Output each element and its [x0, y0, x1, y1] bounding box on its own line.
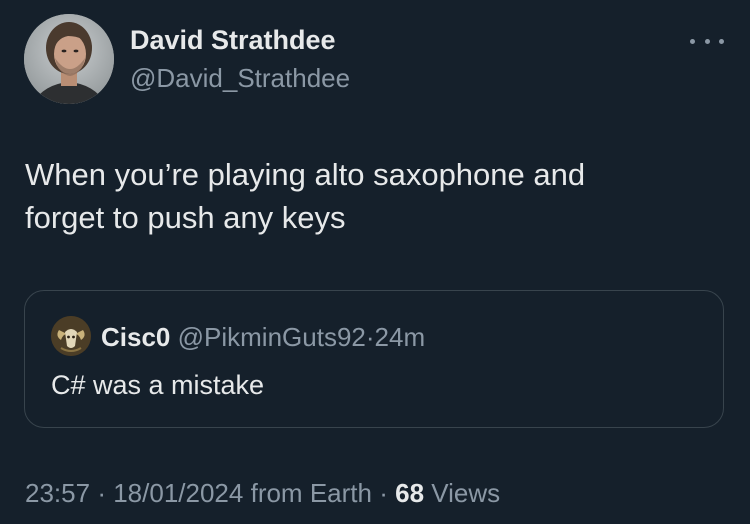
- author-avatar[interactable]: [24, 14, 114, 104]
- more-horizontal-icon[interactable]: [690, 34, 724, 48]
- quoted-tweet[interactable]: Cisc0 @PikminGuts92·24m C# was a mistake: [24, 290, 724, 428]
- more-dot: [719, 38, 724, 44]
- tweet-text-line: forget to push any keys: [25, 200, 346, 235]
- quoted-tweet-text: C# was a mistake: [51, 370, 265, 400]
- more-dot: [704, 38, 710, 44]
- tweet-date[interactable]: 18/01/2024: [113, 478, 243, 508]
- tweet-card: David Strathdee @David_Strathdee When yo…: [0, 0, 750, 524]
- author-handle[interactable]: @David_Strathdee: [130, 63, 350, 94]
- quoted-timestamp[interactable]: 24m: [375, 322, 426, 352]
- separator-dot: ·: [379, 478, 388, 508]
- tweet-meta: 23:57 · 18/01/2024 from Earth · 68 Views: [25, 478, 500, 509]
- separator-dot: ·: [97, 478, 106, 508]
- quoted-author-avatar[interactable]: [51, 316, 91, 356]
- tweet-text: When you’re playing alto saxophone and f…: [25, 153, 715, 239]
- separator-dot: ·: [365, 322, 375, 352]
- quoted-header: Cisc0 @PikminGuts92·24m: [101, 322, 425, 353]
- tweet-time[interactable]: 23:57: [25, 478, 90, 508]
- quoted-author-handle[interactable]: @PikminGuts92: [178, 322, 366, 352]
- tweet-text-line: When you’re playing alto saxophone and: [25, 157, 586, 192]
- more-dot: [690, 38, 695, 44]
- tweet-source: from Earth: [250, 478, 372, 508]
- views-count[interactable]: 68: [395, 478, 424, 508]
- quoted-author-name[interactable]: Cisc0: [101, 322, 170, 352]
- author-name[interactable]: David Strathdee: [130, 25, 336, 56]
- views-label[interactable]: Views: [431, 478, 500, 508]
